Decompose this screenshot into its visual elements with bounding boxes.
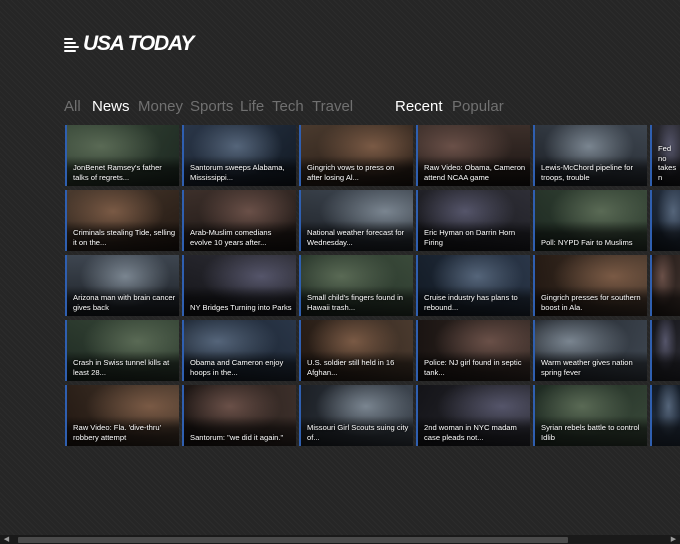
news-tile[interactable]: Fed no takes n — [650, 125, 680, 186]
news-tile[interactable]: Gingrich vows to press on after losing A… — [299, 125, 413, 186]
news-tile[interactable]: Santorum sweeps Alabama, Mississippi... — [182, 125, 296, 186]
news-headline: Raw Video: Obama, Cameron attend NCAA ga… — [424, 163, 526, 182]
news-tile[interactable]: Missouri Girl Scouts suing city of... — [299, 385, 413, 446]
news-tile[interactable]: Crash in Swiss tunnel kills at least 28.… — [65, 320, 179, 381]
news-headline: Small child's fingers found in Hawaii tr… — [307, 293, 403, 312]
news-headline: U.S. soldier still held in 16 Afghan... — [307, 358, 395, 377]
news-tile[interactable]: Criminals stealing Tide, selling it on t… — [65, 190, 179, 251]
news-headline: Santorum: "we did it again." — [190, 432, 284, 442]
news-headline: 2nd woman in NYC madam case pleads not..… — [424, 423, 517, 442]
news-tile[interactable]: Eric Hyman on Darrin Horn Firing — [416, 190, 530, 251]
news-headline: Cruise industry has plans to rebound... — [424, 293, 518, 312]
news-tile[interactable]: Arab-Muslim comedians evolve 10 years af… — [182, 190, 296, 251]
news-tile[interactable]: Warm weather gives nation spring fever — [533, 320, 647, 381]
news-headline: Crash in Swiss tunnel kills at least 28.… — [73, 358, 170, 377]
news-tile[interactable]: Arizona man with brain cancer gives back — [65, 255, 179, 316]
news-headline: National weather forecast for Wednesday.… — [307, 228, 405, 247]
news-tile[interactable] — [650, 385, 680, 446]
news-headline: Raw Video: Fla. 'dive-thru' robbery atte… — [73, 423, 162, 442]
news-tile[interactable]: Poll: NYPD Fair to Muslims — [533, 190, 647, 251]
scrollbar-thumb[interactable] — [18, 537, 568, 543]
news-headline: Missouri Girl Scouts suing city of... — [307, 423, 409, 442]
news-tile[interactable] — [650, 190, 680, 251]
news-headline: NY Bridges Turning into Parks — [190, 302, 292, 312]
news-tile[interactable]: Raw Video: Fla. 'dive-thru' robbery atte… — [65, 385, 179, 446]
news-tile[interactable]: Santorum: "we did it again." — [182, 385, 296, 446]
news-tile[interactable]: Syrian rebels battle to control Idlib — [533, 385, 647, 446]
news-tile[interactable]: 2nd woman in NYC madam case pleads not..… — [416, 385, 530, 446]
news-headline: Syrian rebels battle to control Idlib — [541, 423, 640, 442]
news-headline: Criminals stealing Tide, selling it on t… — [73, 228, 176, 247]
news-tile[interactable] — [650, 320, 680, 381]
news-tile[interactable]: NY Bridges Turning into Parks — [182, 255, 296, 316]
scroll-left-icon[interactable]: ◀ — [2, 535, 11, 544]
news-tile[interactable]: National weather forecast for Wednesday.… — [299, 190, 413, 251]
news-headline: Santorum sweeps Alabama, Mississippi... — [190, 163, 285, 182]
news-headline: Poll: NYPD Fair to Muslims — [541, 237, 633, 247]
news-tile[interactable]: Small child's fingers found in Hawaii tr… — [299, 255, 413, 316]
news-tile[interactable]: Lewis-McChord pipeline for troops, troub… — [533, 125, 647, 186]
news-headline: Arizona man with brain cancer gives back — [73, 293, 176, 312]
news-grid: JonBenet Ramsey's father talks of regret… — [0, 0, 680, 544]
news-headline: Obama and Cameron enjoy hoops in the... — [190, 358, 284, 377]
news-headline: Eric Hyman on Darrin Horn Firing — [424, 228, 516, 247]
news-tile[interactable] — [650, 255, 680, 316]
news-headline: Fed no takes n — [658, 144, 677, 182]
news-tile[interactable]: Gingrich presses for southern boost in A… — [533, 255, 647, 316]
scroll-right-icon[interactable]: ▶ — [669, 535, 678, 544]
horizontal-scrollbar[interactable]: ◀ ▶ — [0, 535, 680, 544]
news-tile[interactable]: Police: NJ girl found in septic tank... — [416, 320, 530, 381]
news-tile[interactable]: Obama and Cameron enjoy hoops in the... — [182, 320, 296, 381]
news-headline: Warm weather gives nation spring fever — [541, 358, 633, 377]
news-tile[interactable]: U.S. soldier still held in 16 Afghan... — [299, 320, 413, 381]
news-headline: Arab-Muslim comedians evolve 10 years af… — [190, 228, 272, 247]
news-headline: JonBenet Ramsey's father talks of regret… — [73, 163, 162, 182]
news-headline: Police: NJ girl found in septic tank... — [424, 358, 522, 377]
news-tile[interactable]: JonBenet Ramsey's father talks of regret… — [65, 125, 179, 186]
news-headline: Lewis-McChord pipeline for troops, troub… — [541, 163, 634, 182]
news-headline: Gingrich vows to press on after losing A… — [307, 163, 395, 182]
news-tile[interactable]: Cruise industry has plans to rebound... — [416, 255, 530, 316]
news-headline: Gingrich presses for southern boost in A… — [541, 293, 641, 312]
news-tile[interactable]: Raw Video: Obama, Cameron attend NCAA ga… — [416, 125, 530, 186]
